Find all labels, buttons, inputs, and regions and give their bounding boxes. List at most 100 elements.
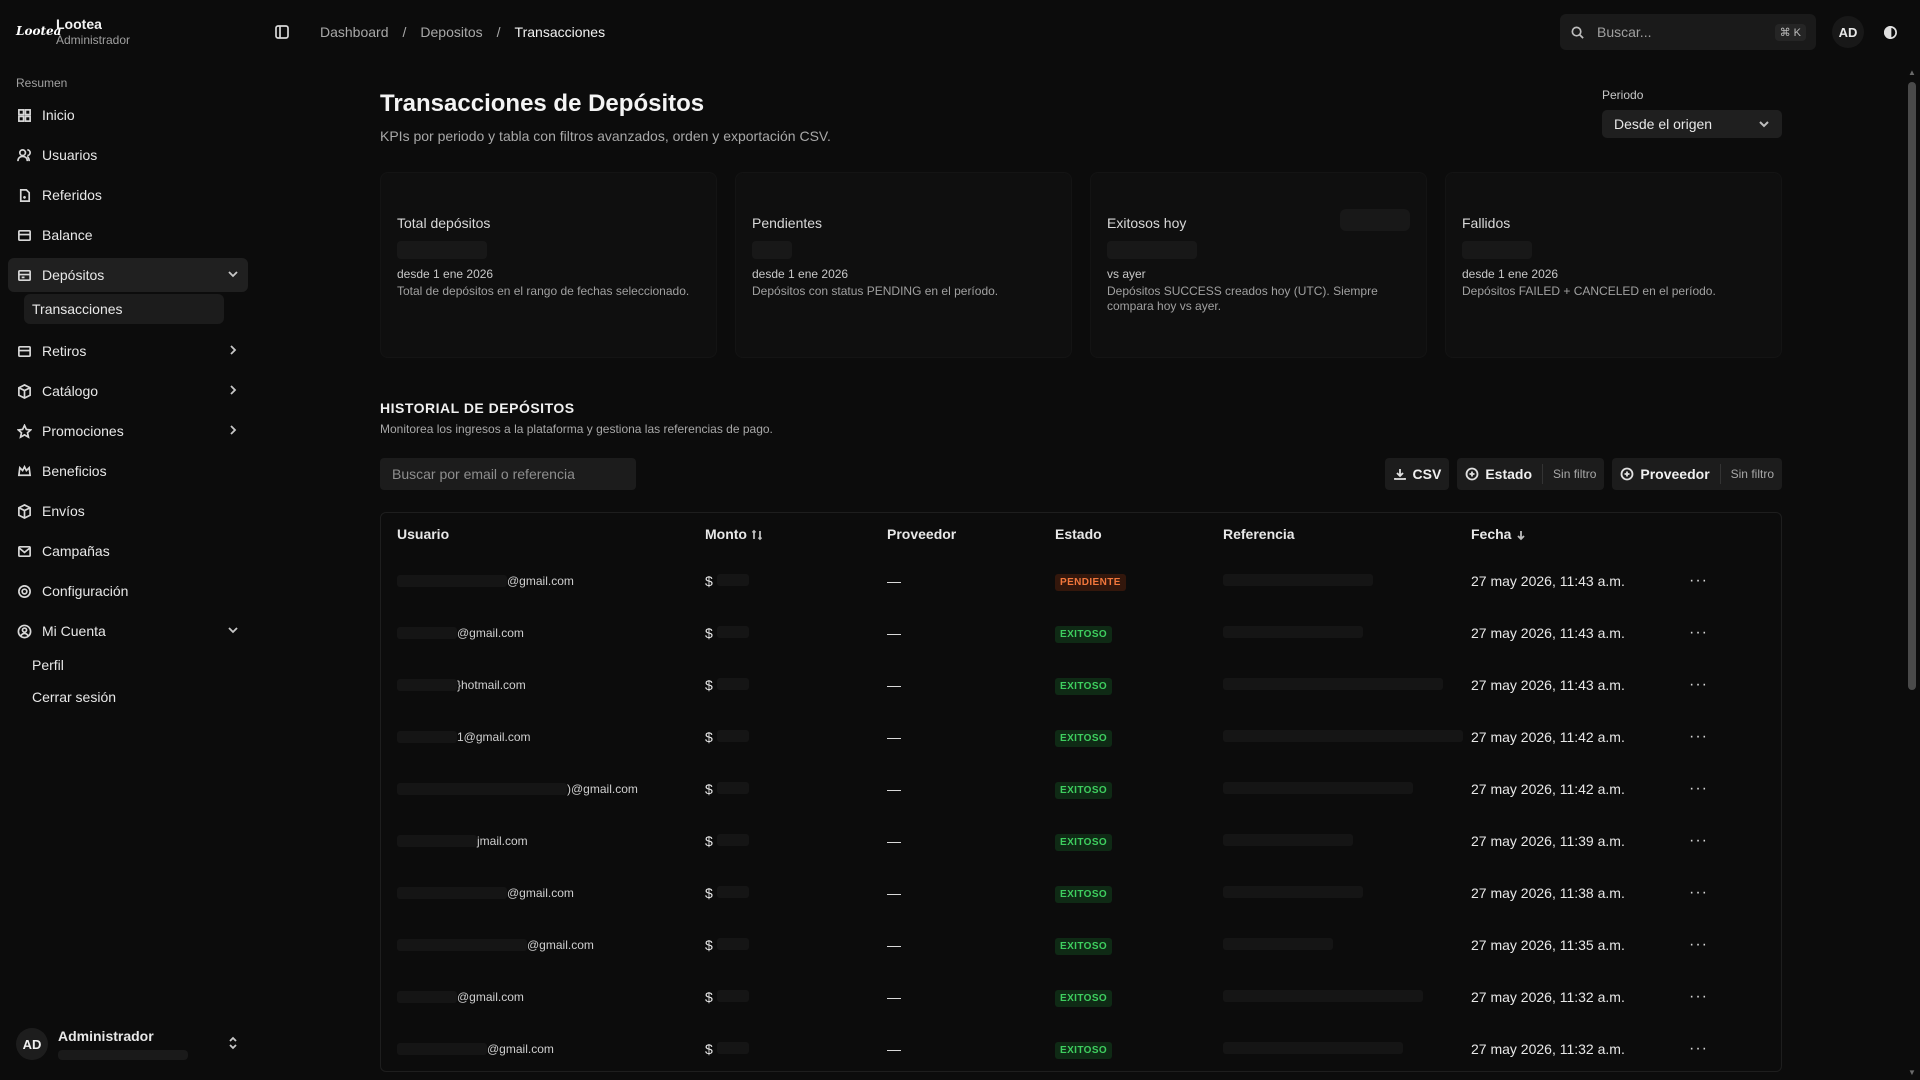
sidebar-item-depositos[interactable]: Depósitos <box>8 258 248 292</box>
amount-redacted <box>716 730 749 742</box>
breadcrumb-depositos[interactable]: Depositos <box>420 24 482 40</box>
reference-redacted <box>1223 1042 1403 1054</box>
table-row[interactable]: @gmail.com $ — EXITOSO 27 may 2026, 11:43 a… <box>381 607 1781 659</box>
table-row[interactable]: @gmail.com $ — EXITOSO 27 may 2026, 11:38 a… <box>381 867 1781 919</box>
email-domain: @gmail.com <box>487 1042 554 1056</box>
sidebar-item-envios[interactable]: Envíos <box>8 494 248 528</box>
sidebar-item-promociones[interactable]: Promociones <box>8 414 248 448</box>
sidebar-item-usuarios[interactable]: Usuarios <box>8 138 248 172</box>
row-actions-button[interactable]: ··· <box>1689 676 1708 693</box>
email-domain: 1@gmail.com <box>457 730 531 744</box>
email-redacted <box>397 939 527 951</box>
cell-proveedor: — <box>887 885 901 901</box>
period-select[interactable]: Desde el origen <box>1602 110 1782 138</box>
scroll-up-arrow[interactable]: ▲ <box>1907 68 1917 77</box>
sidebar-item-referidos[interactable]: Referidos <box>8 178 248 212</box>
sidebar-subitem-perfil[interactable]: Perfil <box>24 650 224 680</box>
proveedor-filter-button[interactable]: Proveedor Sin filtro <box>1612 458 1782 490</box>
chevron-down-icon <box>226 623 240 640</box>
row-actions-button[interactable]: ··· <box>1689 832 1708 849</box>
table-row[interactable]: 1@gmail.com $ — EXITOSO 27 may 2026, 11:42 … <box>381 711 1781 763</box>
table-row[interactable]: @gmail.com $ — EXITOSO 27 may 2026, 11:32 a… <box>381 1023 1781 1071</box>
table-row[interactable]: )@gmail.com $ — EXITOSO 27 may 2026, 11:42 … <box>381 763 1781 815</box>
sidebar-item-label: Balance <box>42 227 93 243</box>
row-actions-button[interactable]: ··· <box>1689 728 1708 745</box>
row-actions-button[interactable]: ··· <box>1689 988 1708 1005</box>
cell-estado: EXITOSO <box>1039 711 1207 763</box>
amount-currency: $ <box>705 885 713 901</box>
email-domain: )@gmail.com <box>567 782 638 796</box>
row-actions-button[interactable]: ··· <box>1689 572 1708 589</box>
cell-referencia <box>1207 1023 1455 1071</box>
kpi-title: Pendientes <box>752 215 823 231</box>
amount-redacted <box>716 574 749 586</box>
row-actions-button[interactable]: ··· <box>1689 624 1708 641</box>
table-row[interactable]: @gmail.com $ — EXITOSO 27 may 2026, 11:32 a… <box>381 971 1781 1023</box>
cell-estado: PENDIENTE <box>1039 555 1207 607</box>
sidebar-item-balance[interactable]: Balance <box>8 218 248 252</box>
brand-name: Lootea <box>56 15 102 32</box>
row-actions-button[interactable]: ··· <box>1689 780 1708 797</box>
csv-export-button[interactable]: CSV <box>1384 458 1450 490</box>
brand-role: Administrador <box>56 32 131 47</box>
sidebar-item-catalogo[interactable]: Catálogo <box>8 374 248 408</box>
sidebar-item-campanas[interactable]: Campañas <box>8 534 248 568</box>
amount-redacted <box>716 938 749 950</box>
email-domain: @gmail.com <box>527 938 594 952</box>
cell-referencia <box>1207 815 1455 867</box>
kpi-value-redacted <box>1462 241 1532 259</box>
sidebar-item-label: Depósitos <box>42 267 105 283</box>
cell-actions: ··· <box>1673 659 1781 711</box>
cell-actions: ··· <box>1673 555 1781 607</box>
status-badge: EXITOSO <box>1055 781 1113 799</box>
kpi-trend-badge-redacted <box>1340 209 1410 231</box>
reference-redacted <box>1223 678 1443 690</box>
user-menu[interactable]: AD Administrador <box>0 1008 256 1080</box>
cell-referencia <box>1207 867 1455 919</box>
kpi-description: Depósitos SUCCESS creados hoy (UTC). Sie… <box>1107 284 1378 313</box>
row-actions-button[interactable]: ··· <box>1689 1040 1708 1057</box>
email-domain: @gmail.com <box>507 886 574 900</box>
sidebar-item-configuracion[interactable]: Configuración <box>8 574 248 608</box>
table-row[interactable]: }hotmail.com $ — EXITOSO 27 may 2026, 11:43… <box>381 659 1781 711</box>
row-actions-button[interactable]: ··· <box>1689 884 1708 901</box>
row-actions-button[interactable]: ··· <box>1689 936 1708 953</box>
col-monto-header[interactable]: Monto <box>689 513 871 555</box>
estado-filter-button[interactable]: Estado Sin filtro <box>1457 458 1605 490</box>
scroll-down-arrow[interactable]: ▼ <box>1907 1068 1917 1077</box>
table-row[interactable]: @gmail.com $ — EXITOSO 27 may 2026, 11:35 a… <box>381 919 1781 971</box>
sidebar-item-inicio[interactable]: Inicio <box>8 98 248 132</box>
sidebar-item-mi-cuenta[interactable]: Mi Cuenta <box>8 614 248 648</box>
email-domain: jmail.com <box>477 834 528 848</box>
table-search-input[interactable] <box>380 458 636 490</box>
sidebar-item-retiros[interactable]: Retiros <box>8 334 248 368</box>
brand-header[interactable]: Lootea Lootea Administrador <box>0 0 256 62</box>
sidebar-item-beneficios[interactable]: Beneficios <box>8 454 248 488</box>
theme-toggle-button[interactable] <box>1874 16 1906 48</box>
reference-redacted <box>1223 626 1363 638</box>
theme-contrast-icon <box>1883 25 1897 39</box>
table-row[interactable]: jmail.com $ — EXITOSO 27 may 2026, 11:39 a.… <box>381 815 1781 867</box>
col-usuario: Usuario <box>397 526 450 542</box>
global-search[interactable]: Buscar... ⌘ K <box>1560 14 1816 50</box>
email-redacted <box>397 679 457 691</box>
cell-fecha: 27 may 2026, 11:32 a.m. <box>1471 1041 1625 1057</box>
sidebar-item-label: Catálogo <box>42 383 99 399</box>
table-row[interactable]: @gmail.com $ — PENDIENTE 27 may 2026, 11:43… <box>381 555 1781 607</box>
email-redacted <box>397 783 567 795</box>
box-icon <box>16 383 32 399</box>
kpi-card-total: Total depósitos desde 1 ene 2026 Total d… <box>380 172 717 358</box>
top-avatar[interactable]: AD <box>1832 16 1864 48</box>
search-shortcut: ⌘ K <box>1774 23 1806 41</box>
sidebar-toggle-button[interactable] <box>266 16 298 48</box>
sidebar-subitem-cerrar-sesion[interactable]: Cerrar sesión <box>24 682 224 712</box>
email-redacted <box>397 627 457 639</box>
page-scrollbar[interactable]: ▲ ▼ <box>1904 64 1920 1080</box>
amount-redacted <box>716 990 749 1002</box>
breadcrumb-separator: / <box>496 24 501 40</box>
amount-redacted <box>716 886 749 898</box>
col-fecha-header[interactable]: Fecha <box>1455 513 1673 555</box>
scroll-thumb[interactable] <box>1908 82 1916 690</box>
sidebar-subitem-transacciones[interactable]: Transacciones <box>24 294 224 324</box>
breadcrumb-dashboard[interactable]: Dashboard <box>320 24 389 40</box>
